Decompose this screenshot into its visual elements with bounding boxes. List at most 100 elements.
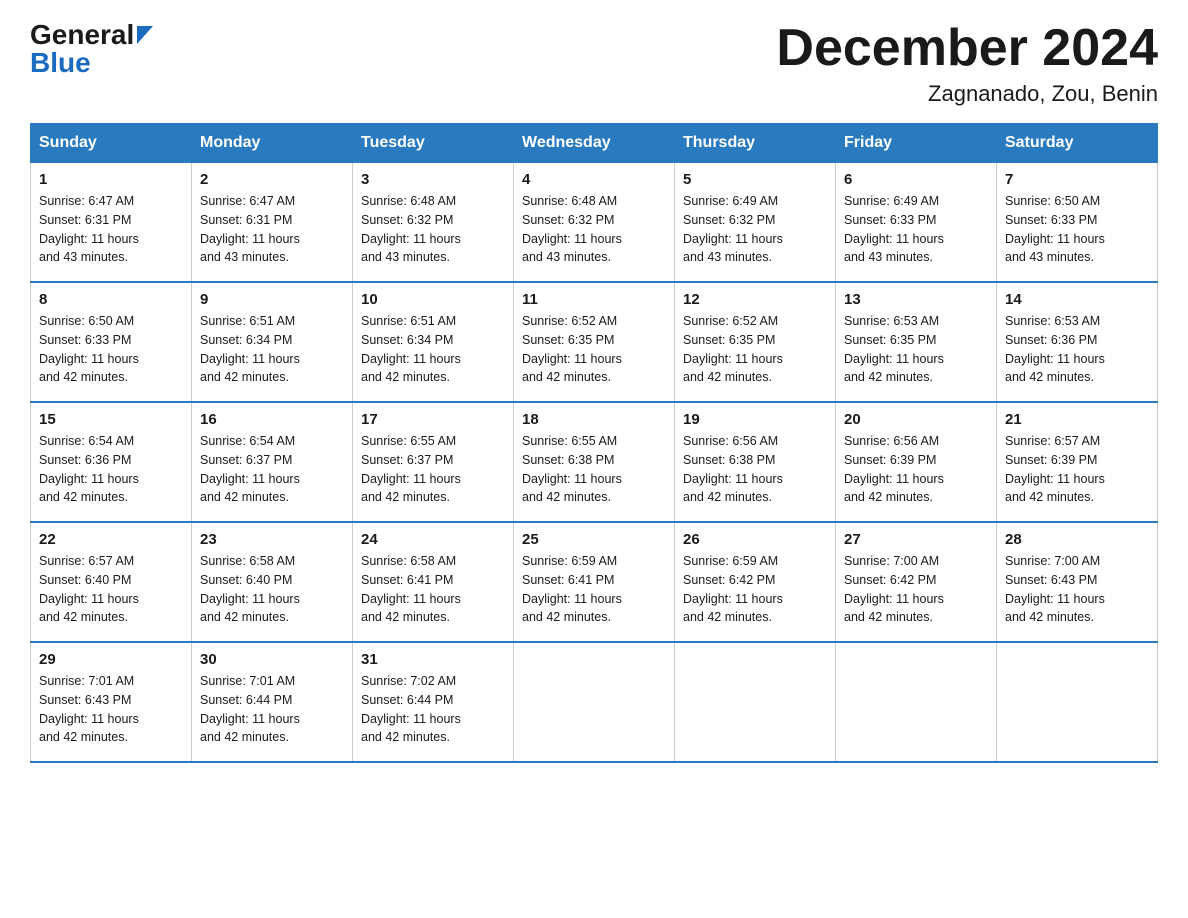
day-number: 3	[361, 171, 505, 188]
calendar-cell: 16 Sunrise: 6:54 AMSunset: 6:37 PMDaylig…	[192, 402, 353, 522]
month-title: December 2024	[776, 20, 1158, 77]
calendar-cell: 24 Sunrise: 6:58 AMSunset: 6:41 PMDaylig…	[353, 522, 514, 642]
calendar-cell: 10 Sunrise: 6:51 AMSunset: 6:34 PMDaylig…	[353, 282, 514, 402]
day-number: 11	[522, 291, 666, 308]
calendar-cell: 14 Sunrise: 6:53 AMSunset: 6:36 PMDaylig…	[997, 282, 1158, 402]
day-info: Sunrise: 6:51 AMSunset: 6:34 PMDaylight:…	[361, 314, 461, 384]
calendar-cell: 30 Sunrise: 7:01 AMSunset: 6:44 PMDaylig…	[192, 642, 353, 762]
day-info: Sunrise: 6:54 AMSunset: 6:37 PMDaylight:…	[200, 434, 300, 504]
day-number: 18	[522, 411, 666, 428]
day-number: 10	[361, 291, 505, 308]
day-info: Sunrise: 6:50 AMSunset: 6:33 PMDaylight:…	[39, 314, 139, 384]
day-info: Sunrise: 6:48 AMSunset: 6:32 PMDaylight:…	[361, 194, 461, 264]
day-number: 25	[522, 531, 666, 548]
day-info: Sunrise: 6:47 AMSunset: 6:31 PMDaylight:…	[200, 194, 300, 264]
day-number: 19	[683, 411, 827, 428]
calendar-cell: 13 Sunrise: 6:53 AMSunset: 6:35 PMDaylig…	[836, 282, 997, 402]
logo-blue-text: Blue	[30, 47, 91, 79]
calendar-header-row: SundayMondayTuesdayWednesdayThursdayFrid…	[31, 124, 1158, 163]
day-number: 28	[1005, 531, 1149, 548]
day-info: Sunrise: 6:59 AMSunset: 6:42 PMDaylight:…	[683, 554, 783, 624]
day-number: 14	[1005, 291, 1149, 308]
day-number: 20	[844, 411, 988, 428]
day-number: 17	[361, 411, 505, 428]
day-info: Sunrise: 6:52 AMSunset: 6:35 PMDaylight:…	[683, 314, 783, 384]
day-info: Sunrise: 6:58 AMSunset: 6:40 PMDaylight:…	[200, 554, 300, 624]
day-info: Sunrise: 6:57 AMSunset: 6:39 PMDaylight:…	[1005, 434, 1105, 504]
calendar-cell: 19 Sunrise: 6:56 AMSunset: 6:38 PMDaylig…	[675, 402, 836, 522]
day-number: 29	[39, 651, 183, 668]
day-info: Sunrise: 6:50 AMSunset: 6:33 PMDaylight:…	[1005, 194, 1105, 264]
calendar-cell: 29 Sunrise: 7:01 AMSunset: 6:43 PMDaylig…	[31, 642, 192, 762]
day-info: Sunrise: 6:54 AMSunset: 6:36 PMDaylight:…	[39, 434, 139, 504]
day-info: Sunrise: 7:00 AMSunset: 6:43 PMDaylight:…	[1005, 554, 1105, 624]
day-number: 27	[844, 531, 988, 548]
header-friday: Friday	[836, 124, 997, 163]
calendar-cell: 17 Sunrise: 6:55 AMSunset: 6:37 PMDaylig…	[353, 402, 514, 522]
day-info: Sunrise: 7:01 AMSunset: 6:43 PMDaylight:…	[39, 674, 139, 744]
calendar-cell: 2 Sunrise: 6:47 AMSunset: 6:31 PMDayligh…	[192, 163, 353, 283]
calendar-cell	[675, 642, 836, 762]
week-row-3: 15 Sunrise: 6:54 AMSunset: 6:36 PMDaylig…	[31, 402, 1158, 522]
calendar-cell: 8 Sunrise: 6:50 AMSunset: 6:33 PMDayligh…	[31, 282, 192, 402]
day-info: Sunrise: 6:51 AMSunset: 6:34 PMDaylight:…	[200, 314, 300, 384]
day-number: 31	[361, 651, 505, 668]
day-number: 2	[200, 171, 344, 188]
calendar-cell: 31 Sunrise: 7:02 AMSunset: 6:44 PMDaylig…	[353, 642, 514, 762]
day-number: 1	[39, 171, 183, 188]
header-monday: Monday	[192, 124, 353, 163]
day-number: 8	[39, 291, 183, 308]
header-saturday: Saturday	[997, 124, 1158, 163]
calendar-cell: 7 Sunrise: 6:50 AMSunset: 6:33 PMDayligh…	[997, 163, 1158, 283]
calendar-cell: 22 Sunrise: 6:57 AMSunset: 6:40 PMDaylig…	[31, 522, 192, 642]
calendar-cell: 12 Sunrise: 6:52 AMSunset: 6:35 PMDaylig…	[675, 282, 836, 402]
calendar-cell	[836, 642, 997, 762]
day-info: Sunrise: 6:53 AMSunset: 6:36 PMDaylight:…	[1005, 314, 1105, 384]
day-info: Sunrise: 6:56 AMSunset: 6:38 PMDaylight:…	[683, 434, 783, 504]
calendar-table: SundayMondayTuesdayWednesdayThursdayFrid…	[30, 123, 1158, 763]
calendar-cell: 3 Sunrise: 6:48 AMSunset: 6:32 PMDayligh…	[353, 163, 514, 283]
calendar-cell: 4 Sunrise: 6:48 AMSunset: 6:32 PMDayligh…	[514, 163, 675, 283]
calendar-cell: 18 Sunrise: 6:55 AMSunset: 6:38 PMDaylig…	[514, 402, 675, 522]
day-number: 21	[1005, 411, 1149, 428]
calendar-cell: 23 Sunrise: 6:58 AMSunset: 6:40 PMDaylig…	[192, 522, 353, 642]
calendar-cell: 20 Sunrise: 6:56 AMSunset: 6:39 PMDaylig…	[836, 402, 997, 522]
day-info: Sunrise: 6:47 AMSunset: 6:31 PMDaylight:…	[39, 194, 139, 264]
logo-triangle-icon	[137, 26, 153, 49]
calendar-cell: 9 Sunrise: 6:51 AMSunset: 6:34 PMDayligh…	[192, 282, 353, 402]
week-row-1: 1 Sunrise: 6:47 AMSunset: 6:31 PMDayligh…	[31, 163, 1158, 283]
day-number: 4	[522, 171, 666, 188]
day-info: Sunrise: 6:52 AMSunset: 6:35 PMDaylight:…	[522, 314, 622, 384]
day-info: Sunrise: 6:55 AMSunset: 6:38 PMDaylight:…	[522, 434, 622, 504]
day-number: 7	[1005, 171, 1149, 188]
logo: General Blue	[30, 20, 153, 79]
day-number: 9	[200, 291, 344, 308]
calendar-cell: 1 Sunrise: 6:47 AMSunset: 6:31 PMDayligh…	[31, 163, 192, 283]
day-info: Sunrise: 7:02 AMSunset: 6:44 PMDaylight:…	[361, 674, 461, 744]
day-info: Sunrise: 6:55 AMSunset: 6:37 PMDaylight:…	[361, 434, 461, 504]
day-number: 15	[39, 411, 183, 428]
day-info: Sunrise: 6:59 AMSunset: 6:41 PMDaylight:…	[522, 554, 622, 624]
calendar-cell: 28 Sunrise: 7:00 AMSunset: 6:43 PMDaylig…	[997, 522, 1158, 642]
day-number: 16	[200, 411, 344, 428]
day-number: 6	[844, 171, 988, 188]
header-sunday: Sunday	[31, 124, 192, 163]
day-number: 24	[361, 531, 505, 548]
calendar-cell: 21 Sunrise: 6:57 AMSunset: 6:39 PMDaylig…	[997, 402, 1158, 522]
day-number: 26	[683, 531, 827, 548]
day-number: 30	[200, 651, 344, 668]
day-info: Sunrise: 6:49 AMSunset: 6:33 PMDaylight:…	[844, 194, 944, 264]
header-tuesday: Tuesday	[353, 124, 514, 163]
calendar-cell: 11 Sunrise: 6:52 AMSunset: 6:35 PMDaylig…	[514, 282, 675, 402]
calendar-cell: 5 Sunrise: 6:49 AMSunset: 6:32 PMDayligh…	[675, 163, 836, 283]
day-info: Sunrise: 7:00 AMSunset: 6:42 PMDaylight:…	[844, 554, 944, 624]
day-info: Sunrise: 6:49 AMSunset: 6:32 PMDaylight:…	[683, 194, 783, 264]
week-row-2: 8 Sunrise: 6:50 AMSunset: 6:33 PMDayligh…	[31, 282, 1158, 402]
day-number: 12	[683, 291, 827, 308]
title-block: December 2024 Zagnanado, Zou, Benin	[776, 20, 1158, 107]
calendar-cell: 27 Sunrise: 7:00 AMSunset: 6:42 PMDaylig…	[836, 522, 997, 642]
week-row-4: 22 Sunrise: 6:57 AMSunset: 6:40 PMDaylig…	[31, 522, 1158, 642]
calendar-cell	[514, 642, 675, 762]
calendar-cell: 25 Sunrise: 6:59 AMSunset: 6:41 PMDaylig…	[514, 522, 675, 642]
day-info: Sunrise: 6:48 AMSunset: 6:32 PMDaylight:…	[522, 194, 622, 264]
